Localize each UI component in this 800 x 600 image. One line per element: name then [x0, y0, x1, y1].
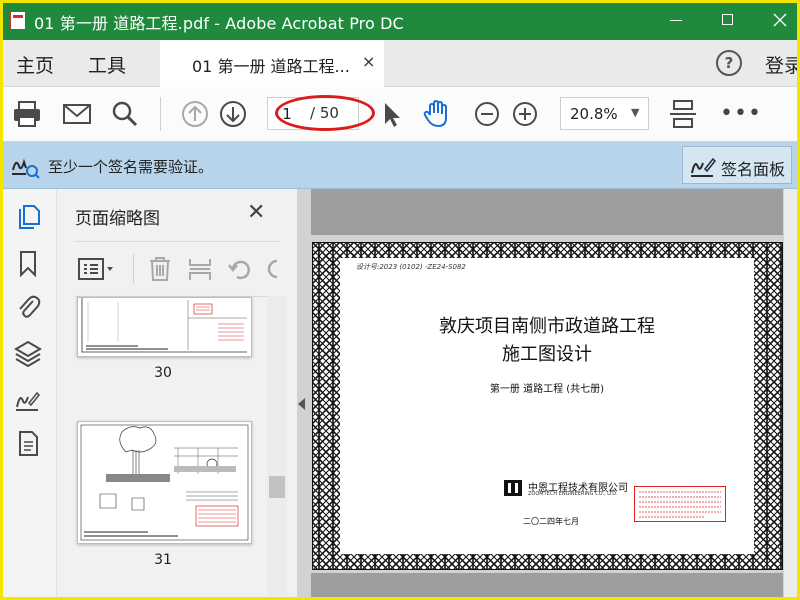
window-title: 01 第一册 道路工程.pdf - Adobe Acrobat Pro DC [34, 14, 404, 33]
thumbnail-toolbar [75, 241, 279, 297]
rotate-right-icon[interactable] [267, 256, 279, 282]
next-page-icon[interactable] [216, 97, 250, 131]
panel-title: 页面缩略图 [75, 209, 160, 229]
signature-warning-icon [12, 158, 40, 179]
signature-panel-label: 签名面板 [721, 160, 786, 179]
thumbnail-scrollbar-thumb[interactable] [269, 476, 285, 498]
design-number: 设计号:2023 (0102) -ZE24-S082 [356, 263, 466, 271]
thumbnail-drawing [80, 424, 249, 541]
title-bar: 01 第一册 道路工程.pdf - Adobe Acrobat Pro DC [0, 0, 800, 40]
zoom-value: 20.8% [570, 105, 618, 123]
company-logo [504, 480, 522, 496]
thumbnail-panel: 页面缩略图 ✕ 30 31 [57, 189, 298, 600]
toolbar-divider [133, 254, 134, 284]
thumbnail-drawing [81, 298, 247, 353]
tab-bar: 主页 工具 01 第一册 道路工程... × ? 登录 [0, 40, 800, 87]
document-scrollbar[interactable] [784, 189, 800, 600]
close-tab-icon[interactable]: × [362, 52, 375, 71]
delete-icon[interactable] [147, 256, 173, 282]
page-thumbnails-icon[interactable] [14, 203, 42, 231]
company-name-en: ZOOMTECH ENGINEERING CO., LTD. [528, 491, 618, 497]
chevron-down-icon: ▼ [631, 106, 640, 119]
zoom-out-icon[interactable] [470, 97, 504, 131]
close-window-button[interactable] [760, 6, 800, 34]
attachment-icon[interactable] [14, 293, 42, 321]
close-icon [773, 13, 787, 27]
signature-message: 至少一个签名需要验证。 [48, 158, 214, 176]
acrobat-icon [10, 11, 26, 30]
maximize-button[interactable] [708, 6, 748, 34]
email-icon[interactable] [60, 97, 94, 131]
stamp-text-lines [639, 491, 721, 518]
pen-sign-icon [691, 157, 717, 177]
cover-content: 设计号:2023 (0102) -ZE24-S082 敦庆项目南侧市政道路工程 … [340, 258, 754, 554]
main-toolbar: / 50 20.8% ▼ ••• [0, 87, 800, 142]
thumbnail-page-30[interactable] [77, 297, 252, 357]
layers-icon[interactable] [14, 339, 42, 367]
highlight-annotation [275, 95, 375, 131]
rotate-left-icon[interactable] [227, 256, 253, 282]
bookmark-icon[interactable] [14, 249, 42, 277]
help-icon[interactable]: ? [716, 50, 742, 76]
navigation-rail [0, 189, 57, 600]
insert-page-icon[interactable] [187, 256, 213, 282]
tab-home[interactable]: 主页 [16, 51, 54, 78]
thumbnail-options-icon[interactable] [77, 256, 117, 282]
signin-link[interactable]: 登录 [765, 51, 800, 78]
zoom-select[interactable]: 20.8% ▼ [560, 97, 649, 130]
signatures-icon[interactable] [14, 385, 42, 413]
zoom-in-icon[interactable] [508, 97, 542, 131]
fit-page-icon[interactable] [666, 97, 700, 131]
document-page: 设计号:2023 (0102) -ZE24-S082 敦庆项目南侧市政道路工程 … [312, 242, 783, 570]
toolbar-divider [160, 97, 161, 131]
select-cursor-icon[interactable] [374, 97, 408, 131]
page-gap-top [311, 189, 783, 235]
document-tab-label: 01 第一册 道路工程... [192, 57, 350, 76]
minimize-button[interactable] [656, 6, 696, 34]
print-icon[interactable] [10, 97, 44, 131]
signature-panel-button[interactable]: 签名面板 [682, 146, 792, 184]
thumbnail-label: 30 [154, 365, 172, 381]
close-panel-icon[interactable]: ✕ [247, 200, 265, 225]
approval-stamp [634, 486, 726, 522]
volume-label: 第一册 道路工程 (共七册) [489, 384, 605, 395]
search-icon[interactable] [108, 97, 142, 131]
collapse-panel-icon[interactable] [298, 398, 305, 410]
document-properties-icon[interactable] [14, 429, 42, 457]
more-tools-icon[interactable]: ••• [720, 101, 762, 126]
hand-tool-icon[interactable] [420, 97, 454, 131]
page-gap-bottom [311, 573, 783, 600]
project-title: 敦庆项目南侧市政道路工程 [439, 316, 655, 337]
project-subtitle: 施工图设计 [502, 344, 592, 365]
thumbnail-page-31[interactable] [77, 421, 252, 544]
tab-tools[interactable]: 工具 [88, 51, 126, 78]
tab-document[interactable]: 01 第一册 道路工程... × [160, 40, 384, 87]
thumbnail-label: 31 [154, 552, 172, 568]
signature-bar: 至少一个签名需要验证。 签名面板 [0, 142, 800, 189]
thumbnail-scrollbar[interactable] [267, 296, 287, 596]
previous-page-icon[interactable] [178, 97, 212, 131]
